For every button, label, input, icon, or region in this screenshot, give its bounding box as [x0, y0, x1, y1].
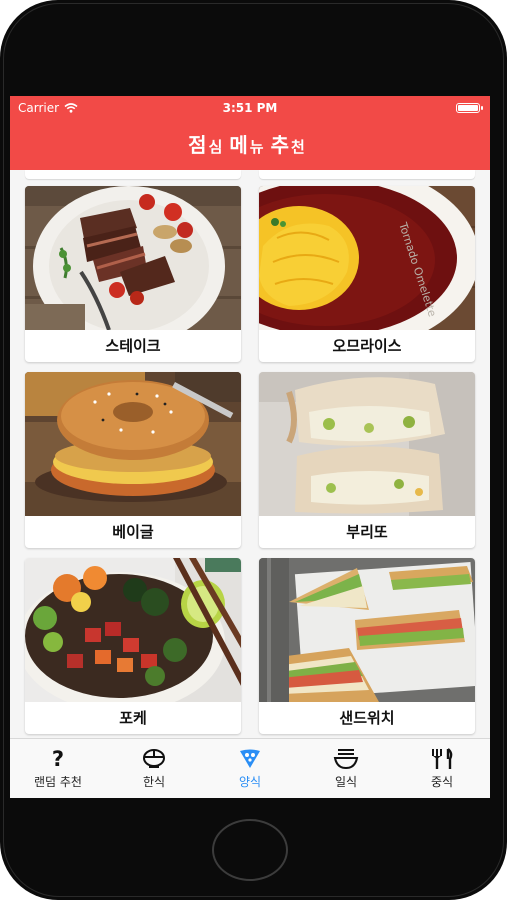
menu-card-label: 포케 [119, 709, 147, 727]
tab-label: 중식 [430, 775, 454, 789]
title-part-small: 심 [208, 138, 224, 156]
tab-western[interactable]: 양식 [202, 739, 298, 798]
bagel-photo [25, 372, 241, 516]
tab-bar: ? 랜덤 추천 한식 양식 일식 중식 [10, 738, 490, 798]
app-screen: Carrier 3:51 PM 점심 메뉴 추천 스테이크 Tornado Om… [10, 96, 490, 798]
pizza-slice-icon [232, 747, 268, 771]
menu-grid[interactable]: 스테이크 Tornado Omelette 오므라이스 베이글 부리또 포케 샌… [10, 170, 490, 738]
battery-icon [456, 103, 483, 113]
title-part: 점 [188, 133, 208, 157]
home-button[interactable] [212, 819, 288, 881]
tab-label: 랜덤 추천 [34, 775, 82, 789]
page-title: 점심 메뉴 추천 [10, 129, 490, 158]
tab-label: 일식 [334, 775, 358, 789]
tab-label: 양식 [238, 775, 262, 789]
title-part: 추 [270, 133, 291, 157]
menu-card-steak[interactable]: 스테이크 [25, 186, 241, 362]
menu-card-label: 베이글 [112, 523, 154, 541]
steak-photo [25, 186, 241, 330]
menu-card-omurice[interactable]: Tornado Omelette 오므라이스 [259, 186, 475, 362]
app-header: Carrier 3:51 PM 점심 메뉴 추천 [10, 96, 490, 170]
tab-label: 한식 [142, 775, 166, 789]
burrito-photo [259, 372, 475, 516]
utensils-icon [424, 747, 460, 771]
tab-random[interactable]: ? 랜덤 추천 [10, 739, 106, 798]
tab-korean[interactable]: 한식 [106, 739, 202, 798]
menu-card-burrito[interactable]: 부리또 [259, 372, 475, 548]
menu-card-sandwich[interactable]: 샌드위치 [259, 558, 475, 734]
question-mark-icon: ? [51, 747, 65, 771]
tab-japanese[interactable]: 일식 [298, 739, 394, 798]
menu-card-label: 부리또 [346, 523, 388, 541]
menu-card-label: 스테이크 [105, 337, 161, 355]
title-part-small: 뉴 [249, 138, 265, 156]
menu-card-previous[interactable] [25, 170, 241, 179]
menu-card-bagel[interactable]: 베이글 [25, 372, 241, 548]
battery-level [458, 105, 478, 111]
title-part-small: 천 [291, 138, 306, 156]
menu-card-label: 오므라이스 [332, 337, 402, 355]
title-part: 메 [229, 133, 249, 157]
menu-card-label: 샌드위치 [339, 709, 395, 727]
bibimbap-bowl-icon [136, 747, 172, 771]
status-time: 3:51 PM [222, 101, 278, 115]
sandwich-photo [259, 558, 475, 702]
ramen-bowl-icon [328, 747, 364, 771]
menu-card-poke[interactable]: 포케 [25, 558, 241, 734]
menu-card-previous[interactable] [259, 170, 475, 179]
status-bar: Carrier 3:51 PM [10, 99, 490, 117]
omurice-photo: Tornado Omelette [259, 186, 475, 330]
poke-photo [25, 558, 241, 702]
tab-chinese[interactable]: 중식 [394, 739, 490, 798]
